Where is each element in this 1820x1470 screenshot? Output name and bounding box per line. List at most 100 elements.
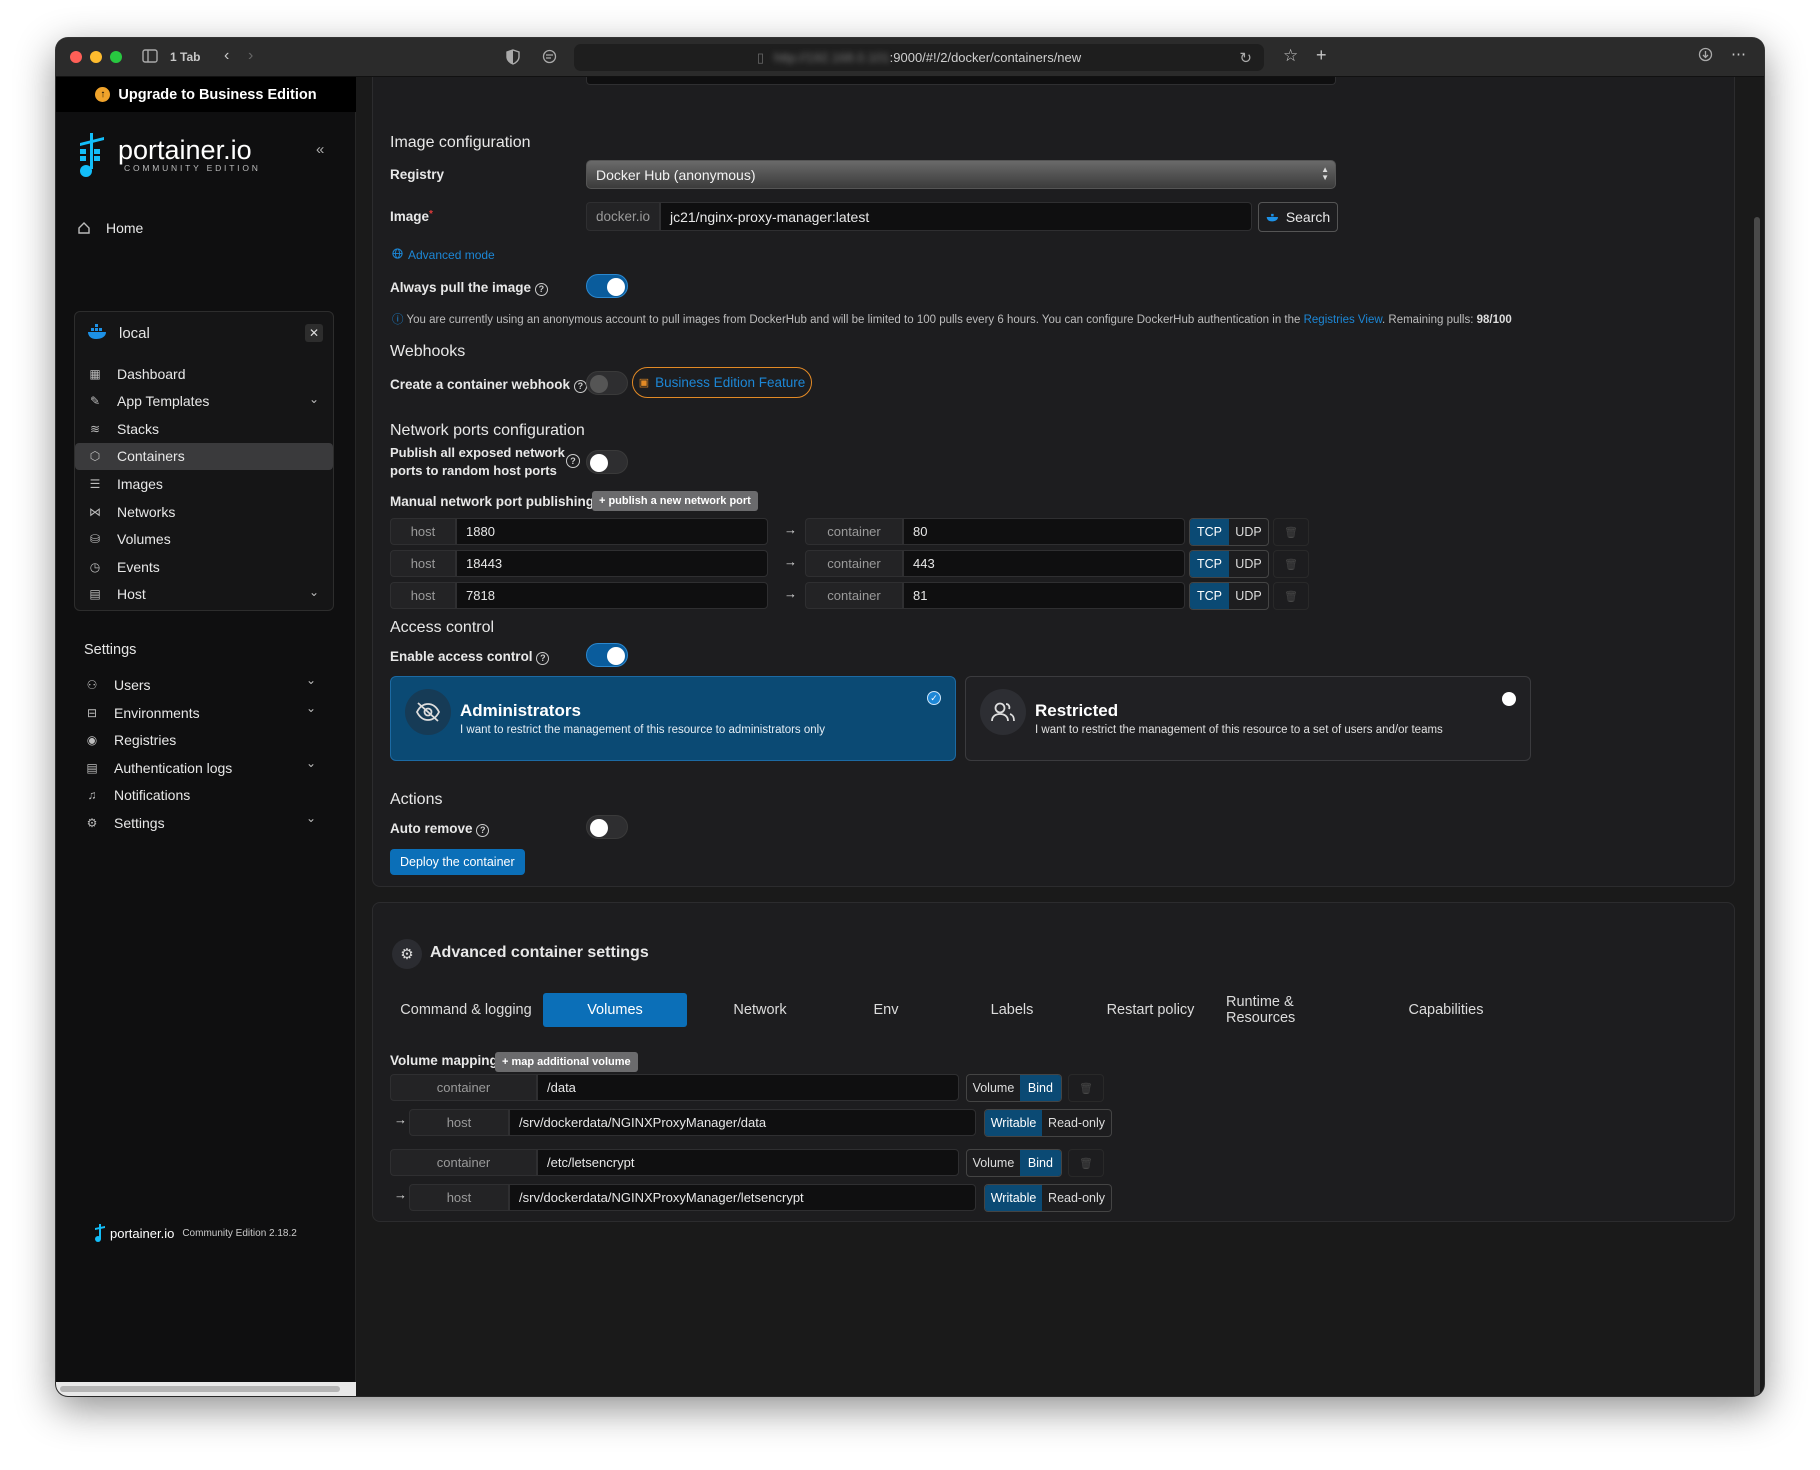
more-icon[interactable]: ⋯ xyxy=(1731,45,1746,63)
delete-volume-button[interactable]: 🗑 xyxy=(1068,1149,1104,1177)
bookmark-star-icon[interactable]: ☆ xyxy=(1283,46,1298,66)
udp-option[interactable]: UDP xyxy=(1229,551,1268,577)
sidebar-item-networks[interactable]: ⋈ Networks xyxy=(75,498,333,525)
collapse-sidebar-icon[interactable]: « xyxy=(316,141,324,158)
tab-volumes[interactable]: Volumes xyxy=(543,993,687,1027)
forward-icon[interactable]: › xyxy=(248,47,253,65)
delete-volume-button[interactable]: 🗑 xyxy=(1068,1074,1104,1102)
tcp-option[interactable]: TCP xyxy=(1190,583,1229,609)
sidebar-item-images[interactable]: ☰ Images xyxy=(75,470,333,497)
settings-item-environments[interactable]: ⊟ Environments ⌄ xyxy=(84,701,320,723)
tab-capabilities[interactable]: Capabilities xyxy=(1386,993,1506,1027)
settings-item-notifications[interactable]: ♫ Notifications xyxy=(84,785,320,805)
registry-select[interactable]: Docker Hub (anonymous) ▲ ▼ xyxy=(586,160,1336,189)
sidebar-item-home[interactable]: Home xyxy=(76,220,143,236)
tab-runtime-resources[interactable]: Runtime & Resources xyxy=(1226,993,1366,1027)
host-port-input[interactable]: 7818 xyxy=(456,582,768,609)
reload-icon[interactable]: ↻ xyxy=(1239,49,1252,67)
delete-port-button[interactable]: 🗑 xyxy=(1273,550,1309,578)
container-port-input[interactable]: 80 xyxy=(903,518,1185,545)
sidebar-item-containers[interactable]: ⬡ Containers xyxy=(75,442,333,470)
volume-container-path-input[interactable]: /data xyxy=(537,1074,959,1101)
reader-icon[interactable] xyxy=(542,49,557,67)
volume-option[interactable]: Volume xyxy=(967,1075,1020,1101)
writable-option[interactable]: Writable xyxy=(985,1110,1043,1136)
writable-option[interactable]: Writable xyxy=(985,1185,1043,1211)
always-pull-toggle[interactable] xyxy=(586,274,628,298)
host-port-input[interactable]: 18443 xyxy=(456,550,768,577)
address-bar[interactable]: ▯ http://192.168.0.101 :9000/#!/2/docker… xyxy=(574,44,1264,71)
registries-view-link[interactable]: Registries View xyxy=(1304,314,1382,326)
delete-port-button[interactable]: 🗑 xyxy=(1273,582,1309,610)
sidebar-item-dashboard[interactable]: ▦ Dashboard xyxy=(75,360,333,387)
close-window-button[interactable] xyxy=(70,51,82,63)
download-icon[interactable] xyxy=(1698,47,1713,65)
access-control-toggle[interactable] xyxy=(586,643,628,667)
settings-item-registries[interactable]: ◉ Registries xyxy=(84,730,320,750)
advanced-mode-link[interactable]: Advanced mode xyxy=(392,248,495,262)
volume-type-toggle[interactable]: Volume Bind xyxy=(966,1074,1062,1102)
image-input[interactable]: jc21/nginx-proxy-manager:latest xyxy=(660,202,1252,231)
volume-host-path-input[interactable]: /srv/dockerdata/NGINXProxyManager/letsen… xyxy=(509,1184,976,1211)
auto-remove-toggle[interactable] xyxy=(586,815,628,839)
sidebar-scrollbar-thumb[interactable] xyxy=(60,1386,340,1392)
portainer-logo[interactable]: portainer.io COMMUNITY EDITION xyxy=(76,131,261,179)
help-icon[interactable]: ? xyxy=(566,454,580,468)
bind-option[interactable]: Bind xyxy=(1019,1075,1061,1101)
tab-labels[interactable]: Labels xyxy=(952,993,1072,1027)
sidebar-toggle-icon[interactable] xyxy=(142,49,158,66)
main-scrollbar[interactable] xyxy=(1754,217,1760,1396)
volume-mode-toggle[interactable]: Writable Read-only xyxy=(984,1184,1112,1212)
minimize-window-button[interactable] xyxy=(90,51,102,63)
container-port-input[interactable]: 443 xyxy=(903,550,1185,577)
udp-option[interactable]: UDP xyxy=(1229,519,1268,545)
volume-mode-toggle[interactable]: Writable Read-only xyxy=(984,1109,1112,1137)
tab-restart-policy[interactable]: Restart policy xyxy=(1078,993,1223,1027)
maximize-window-button[interactable] xyxy=(110,51,122,63)
business-edition-badge[interactable]: ▣ Business Edition Feature xyxy=(632,367,812,398)
deploy-container-button[interactable]: Deploy the container xyxy=(390,849,525,875)
tab-env[interactable]: Env xyxy=(836,993,936,1027)
settings-item-users[interactable]: ⚇ Users ⌄ xyxy=(84,673,320,695)
tab-network[interactable]: Network xyxy=(691,993,829,1027)
sidebar-scrollbar-track[interactable] xyxy=(56,1382,356,1396)
sidebar-item-events[interactable]: ◷ Events xyxy=(75,553,333,580)
volume-option[interactable]: Volume xyxy=(967,1150,1020,1176)
tab-command-logging[interactable]: Command & logging xyxy=(396,993,536,1027)
environment-header[interactable]: local xyxy=(87,324,150,343)
shield-icon[interactable] xyxy=(506,49,520,68)
new-tab-icon[interactable]: + xyxy=(1316,45,1327,66)
tab-count[interactable]: 1 Tab xyxy=(170,50,200,64)
tcp-option[interactable]: TCP xyxy=(1190,551,1229,577)
sidebar-item-volumes[interactable]: ⛁ Volumes xyxy=(75,526,333,553)
protocol-toggle[interactable]: TCP UDP xyxy=(1189,518,1269,546)
host-port-input[interactable]: 1880 xyxy=(456,518,768,545)
sidebar-item-app-templates[interactable]: ✎ App Templates ⌄ xyxy=(75,388,333,415)
restricted-option[interactable]: Restricted I want to restrict the manage… xyxy=(965,676,1531,761)
delete-port-button[interactable]: 🗑 xyxy=(1273,518,1309,546)
bind-option[interactable]: Bind xyxy=(1019,1150,1061,1176)
protocol-toggle[interactable]: TCP UDP xyxy=(1189,582,1269,610)
name-input-stub[interactable] xyxy=(586,77,1336,85)
administrators-option[interactable]: Administrators I want to restrict the ma… xyxy=(390,676,956,761)
search-image-button[interactable]: Search xyxy=(1258,202,1338,232)
sidebar-item-host[interactable]: ▤ Host ⌄ xyxy=(75,581,333,608)
back-icon[interactable]: ‹ xyxy=(224,47,229,65)
map-volume-button[interactable]: + map additional volume xyxy=(495,1052,638,1072)
settings-item-authentication-logs[interactable]: ▤ Authentication logs ⌄ xyxy=(84,756,320,778)
volume-type-toggle[interactable]: Volume Bind xyxy=(966,1149,1062,1177)
sidebar-item-stacks[interactable]: ≋ Stacks xyxy=(75,415,333,442)
readonly-option[interactable]: Read-only xyxy=(1042,1110,1111,1136)
publish-all-toggle[interactable] xyxy=(586,450,628,474)
protocol-toggle[interactable]: TCP UDP xyxy=(1189,550,1269,578)
readonly-option[interactable]: Read-only xyxy=(1042,1185,1111,1211)
settings-item-settings[interactable]: ⚙ Settings ⌄ xyxy=(84,811,320,833)
upgrade-banner[interactable]: ↑ Upgrade to Business Edition xyxy=(56,77,356,112)
container-port-input[interactable]: 81 xyxy=(903,582,1185,609)
udp-option[interactable]: UDP xyxy=(1229,583,1268,609)
volume-container-path-input[interactable]: /etc/letsencrypt xyxy=(537,1149,959,1176)
tcp-option[interactable]: TCP xyxy=(1190,519,1229,545)
publish-port-button[interactable]: + publish a new network port xyxy=(592,491,758,511)
webhook-toggle[interactable] xyxy=(586,371,628,395)
close-environment-icon[interactable]: ✕ xyxy=(305,324,323,342)
